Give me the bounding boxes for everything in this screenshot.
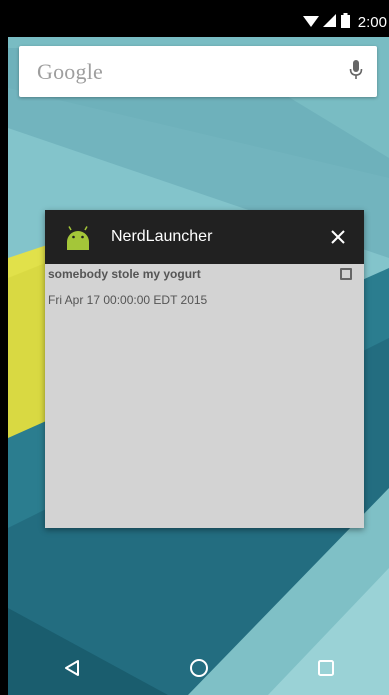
navigation-bar — [8, 641, 389, 695]
recents-icon[interactable] — [306, 648, 346, 688]
battery-icon — [340, 13, 350, 32]
status-bar: 2:00 — [8, 8, 389, 37]
close-icon[interactable] — [328, 227, 348, 247]
mic-icon[interactable] — [349, 59, 363, 85]
home-icon[interactable] — [179, 648, 219, 688]
item-title: somebody stole my yogurt — [48, 267, 201, 281]
item-date: Fri Apr 17 00:00:00 EDT 2015 — [48, 293, 208, 307]
status-time: 2:00 — [357, 14, 387, 31]
crime-list-item[interactable]: somebody stole my yogurt Fri Apr 17 00:0… — [45, 264, 364, 310]
back-icon[interactable] — [52, 648, 92, 688]
recent-app-name: NerdLauncher — [111, 228, 213, 245]
recent-app-card[interactable]: NerdLauncher somebody stole my yogurt Fr… — [45, 210, 364, 528]
signal-icon — [322, 13, 337, 32]
wifi-icon — [302, 14, 319, 32]
google-logo: Google — [37, 58, 103, 84]
recent-card-header: NerdLauncher — [45, 210, 364, 264]
device-screen: 2:00 Google NerdLauncher somebody stole … — [8, 8, 389, 695]
android-icon — [63, 222, 93, 252]
google-search-bar[interactable]: Google — [19, 46, 377, 97]
solved-checkbox[interactable] — [340, 268, 352, 280]
